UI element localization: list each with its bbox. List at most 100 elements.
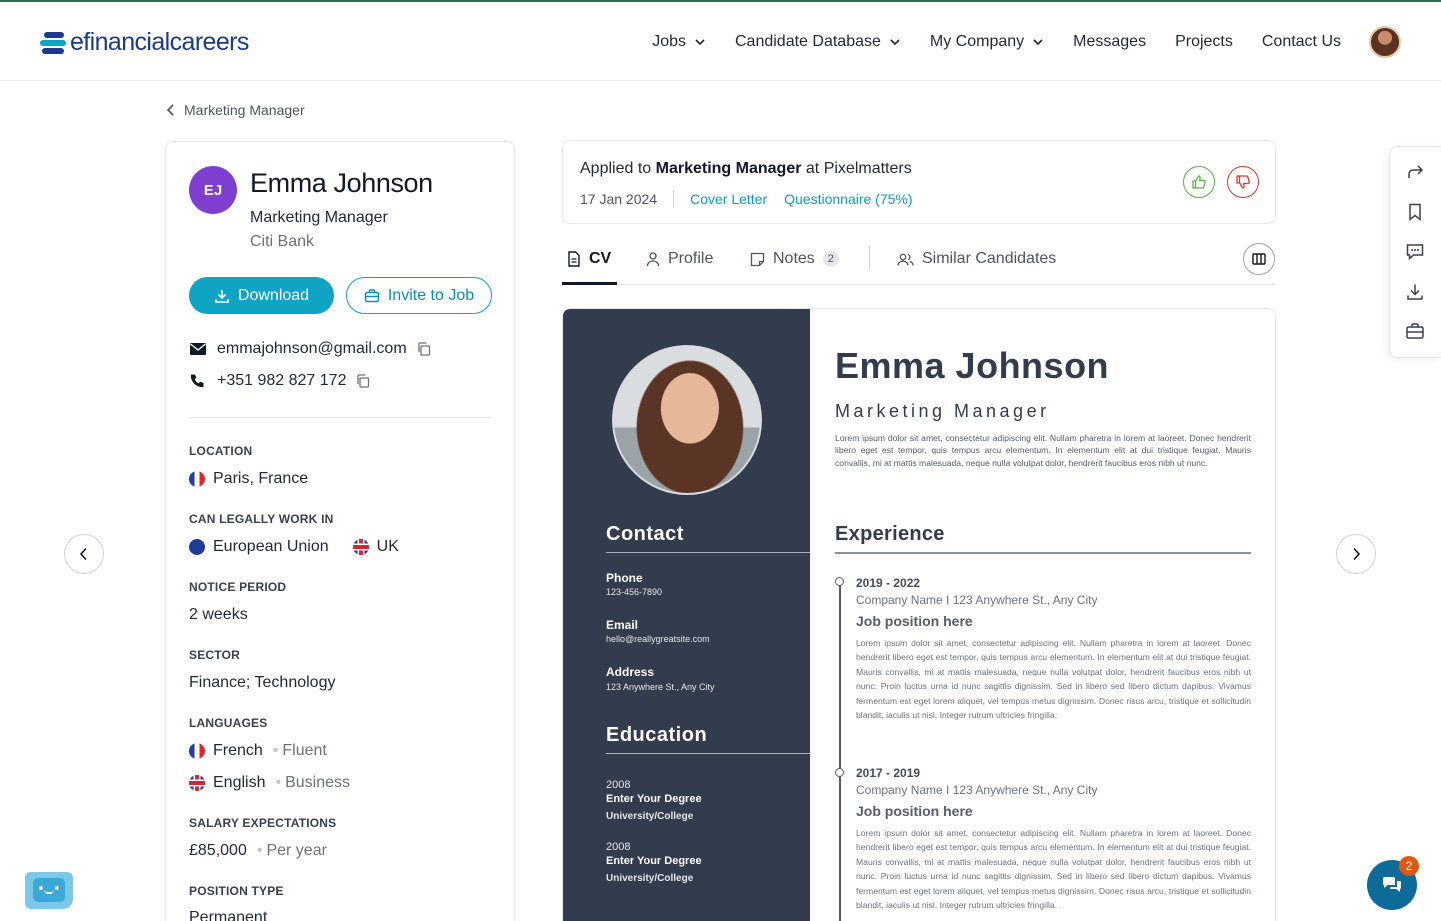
- user-avatar[interactable]: [1369, 26, 1401, 58]
- candidate-company: Citi Bank: [250, 233, 315, 250]
- divider: [606, 753, 810, 754]
- cv-email-label: Email: [606, 618, 639, 632]
- cv-edu-year: 2008: [606, 779, 631, 791]
- notice-value: 2 weeks: [189, 606, 248, 623]
- chevron-left-icon: [79, 547, 87, 561]
- cover-letter-link[interactable]: Cover Letter: [690, 191, 767, 207]
- uk-flag-icon: [189, 775, 205, 791]
- position-type-value: Permanent: [189, 909, 268, 921]
- next-candidate-button[interactable]: [1336, 534, 1376, 574]
- thumbs-up-button[interactable]: [1183, 166, 1215, 198]
- mail-icon: [190, 343, 206, 355]
- breadcrumb-back[interactable]: Marketing Manager: [166, 102, 305, 118]
- profile-tabs: CV Profile Notes 2 Similar Candidates: [562, 242, 1276, 285]
- invite-to-job-button[interactable]: Invite to Job: [346, 277, 492, 314]
- download-label: Download: [237, 286, 310, 304]
- chat-icon: [1383, 877, 1401, 892]
- work-uk-text: UK: [376, 538, 399, 555]
- language-name: French: [213, 742, 263, 759]
- job-company: Company Name I 123 Anywhere St., Any Cit…: [856, 593, 1098, 607]
- uk-flag-icon: [352, 539, 369, 555]
- work-label: CAN LEGALLY WORK IN: [189, 512, 334, 526]
- download-icon[interactable]: [1405, 282, 1425, 302]
- nav-projects[interactable]: Projects: [1175, 33, 1233, 51]
- job-company: Company Name I 123 Anywhere St., Any Cit…: [856, 783, 1098, 797]
- chevron-down-icon: [1033, 39, 1043, 46]
- copy-icon[interactable]: [417, 342, 431, 356]
- france-flag-icon: [189, 471, 205, 487]
- nav-jobs[interactable]: Jobs: [652, 33, 706, 51]
- tab-active-indicator: [562, 282, 617, 285]
- france-flag-icon: [189, 743, 205, 759]
- bookmark-icon[interactable]: [1405, 202, 1425, 222]
- job-description: Lorem ipsum dolor sit amet, consectetur …: [856, 828, 1251, 911]
- email-row: emmajohnson@gmail.com: [189, 340, 431, 358]
- application-card: Applied to Marketing Manager at Pixelmat…: [562, 140, 1276, 224]
- share-icon[interactable]: [1405, 162, 1425, 182]
- nav-candidate-database[interactable]: Candidate Database: [735, 33, 901, 51]
- chevron-left-icon: [166, 104, 174, 116]
- briefcase-icon[interactable]: [1405, 321, 1425, 341]
- job-description: Lorem ipsum dolor sit amet, consectetur …: [856, 638, 1251, 721]
- location-value: Paris, France: [189, 470, 308, 488]
- candidate-email: emmajohnson@gmail.com: [217, 340, 407, 357]
- nav-contact-us[interactable]: Contact Us: [1262, 33, 1341, 51]
- nav-my-company[interactable]: My Company: [930, 33, 1044, 51]
- nav-my-company-label: My Company: [929, 33, 1025, 50]
- copy-icon[interactable]: [356, 374, 370, 388]
- applied-at: at: [805, 160, 820, 177]
- eu-flag-icon: [189, 539, 205, 555]
- languages-label: LANGUAGES: [189, 716, 268, 730]
- tab-notes[interactable]: Notes 2: [750, 250, 839, 268]
- phone-icon: [190, 374, 204, 388]
- language-english: English • Business: [189, 774, 350, 792]
- candidate-avatar: EJ: [189, 166, 237, 214]
- previous-candidate-button[interactable]: [64, 534, 104, 574]
- logo[interactable]: efinancialcareers: [40, 28, 249, 57]
- tab-similar-candidates[interactable]: Similar Candidates: [897, 250, 1056, 268]
- applied-summary: Applied to Marketing Manager at Pixelmat…: [580, 160, 912, 178]
- download-icon: [215, 289, 229, 303]
- nav-messages[interactable]: Messages: [1073, 33, 1146, 51]
- divider: [189, 417, 492, 418]
- notes-count-badge: 2: [822, 251, 839, 267]
- briefcase-icon: [364, 288, 380, 302]
- thumbs-up-icon: [1192, 175, 1206, 189]
- work-eu-text: European Union: [213, 538, 329, 555]
- work-value: European Union UK: [189, 538, 399, 556]
- divider: [869, 246, 870, 270]
- nav-candidate-database-label: Candidate Database: [735, 33, 881, 50]
- main-nav: Jobs Candidate Database My Company Messa…: [623, 26, 1401, 58]
- candidate-title: Marketing Manager: [250, 209, 388, 226]
- right-toolbar: [1389, 146, 1441, 358]
- cv-photo: [612, 345, 762, 495]
- invite-label: Invite to Job: [387, 286, 475, 304]
- divider: [606, 552, 810, 553]
- logo-text: efinancialcareers: [70, 28, 249, 56]
- separator-dot: •: [275, 774, 282, 791]
- sector-label: SECTOR: [189, 648, 240, 662]
- cv-phone-label: Phone: [606, 571, 643, 585]
- cv-edu-degree: Enter Your Degree: [606, 855, 702, 867]
- cv-document[interactable]: Contact Phone 123-456-7890 Email hello@r…: [562, 308, 1276, 921]
- applied-job: Marketing Manager: [655, 160, 802, 177]
- notice-label: NOTICE PERIOD: [189, 580, 287, 594]
- thumbs-down-button[interactable]: [1227, 166, 1259, 198]
- cv-experience-heading: Experience: [835, 523, 945, 545]
- tab-cv[interactable]: CV: [567, 250, 611, 268]
- separator-dot: •: [272, 742, 279, 759]
- questionnaire-link[interactable]: Questionnaire (75%): [784, 191, 912, 207]
- download-button[interactable]: Download: [189, 277, 334, 314]
- comment-icon[interactable]: [1405, 242, 1425, 262]
- chat-unread-badge: 2: [1399, 856, 1419, 876]
- timeline-dot: [835, 768, 844, 777]
- layout-toggle-button[interactable]: [1243, 243, 1275, 275]
- assistant-bot-button[interactable]: [25, 872, 73, 909]
- tab-profile[interactable]: Profile: [646, 250, 713, 268]
- tab-cv-label: CV: [589, 250, 612, 267]
- tab-notes-label: Notes: [773, 250, 815, 267]
- job-position: Job position here: [856, 803, 973, 819]
- applied-date: 17 Jan 2024: [580, 191, 658, 207]
- phone-row: +351 982 827 172: [189, 372, 370, 390]
- applied-prefix: Applied to: [580, 160, 652, 177]
